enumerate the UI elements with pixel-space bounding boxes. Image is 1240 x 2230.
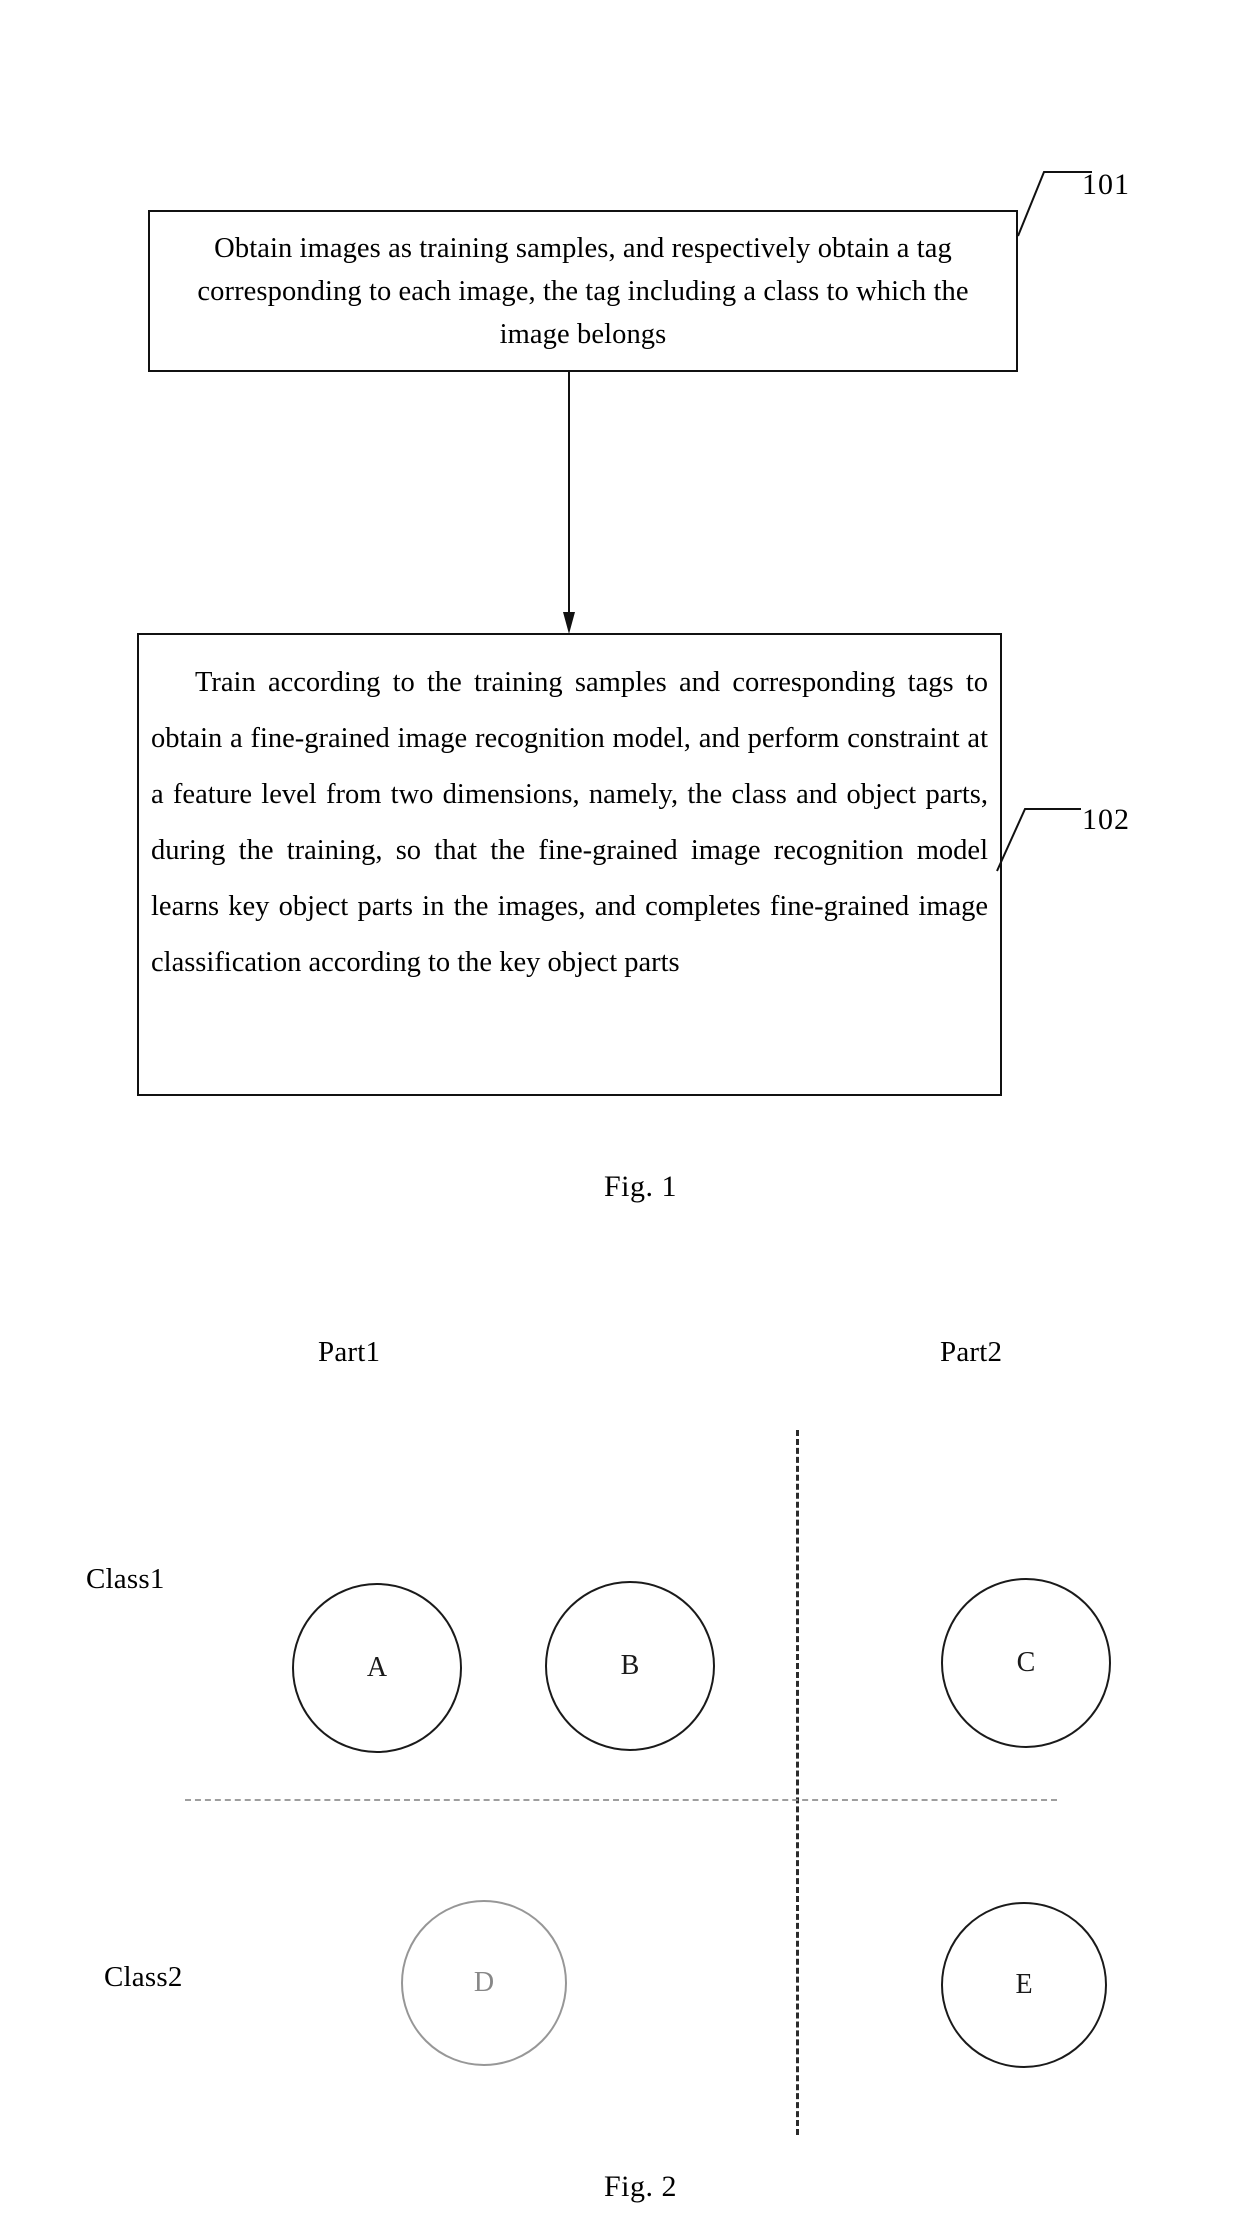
node-label-c: C — [1016, 1647, 1036, 1678]
node-label-b: B — [620, 1650, 640, 1681]
node-label-e: E — [1015, 1969, 1033, 2000]
column-header-part1: Part1 — [318, 1336, 381, 1368]
flowchart-step-102: Train according to the training samples … — [137, 633, 1002, 1096]
row-header-class2: Class2 — [104, 1961, 183, 1993]
flowchart-step-102-text: Train according to the training samples … — [151, 667, 988, 978]
flowchart-step-101: Obtain images as training samples, and r… — [148, 210, 1018, 372]
node-circle-b: B — [545, 1581, 715, 1751]
node-label-d: D — [473, 1967, 495, 1998]
leader-line-101 — [1017, 171, 1092, 237]
figure-2-caption: Fig. 2 — [604, 2170, 678, 2203]
column-header-part2: Part2 — [940, 1336, 1003, 1368]
class-divider-dashed-line — [185, 1799, 1057, 1801]
flowchart-step-101-text: Obtain images as training samples, and r… — [197, 232, 969, 350]
node-circle-e: E — [941, 1902, 1107, 2068]
figure-1-caption: Fig. 1 — [604, 1170, 678, 1203]
node-label-a: A — [366, 1652, 388, 1683]
node-circle-a: A — [292, 1583, 462, 1753]
node-circle-c: C — [941, 1578, 1111, 1748]
flow-arrow-icon — [563, 372, 575, 634]
patent-figure-page: Obtain images as training samples, and r… — [0, 0, 1240, 2230]
leader-line-102 — [996, 808, 1081, 872]
node-circle-d: D — [401, 1900, 567, 2066]
reference-numeral-101: 101 — [1082, 168, 1130, 201]
reference-numeral-102: 102 — [1082, 803, 1130, 836]
row-header-class1: Class1 — [86, 1563, 165, 1595]
part-divider-dashed-line — [796, 1430, 799, 2135]
